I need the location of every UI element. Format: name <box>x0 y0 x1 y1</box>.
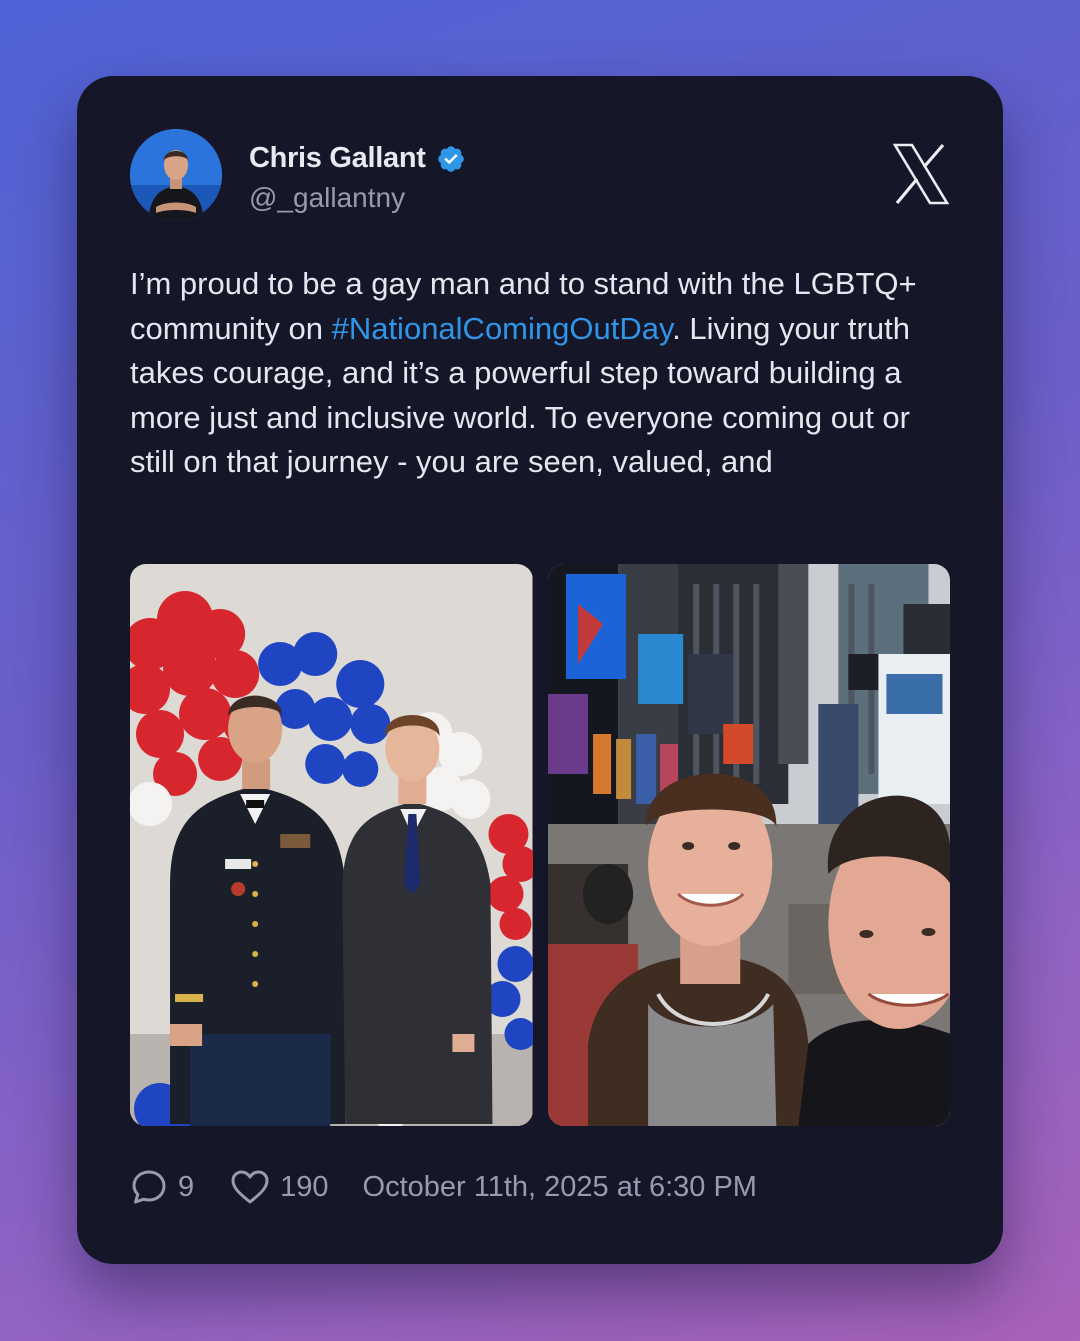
tweet-card: Chris Gallant @_gallantny I’m proud to b… <box>77 76 1003 1264</box>
author-handle[interactable]: @_gallantny <box>249 182 405 214</box>
like-button[interactable]: 190 <box>230 1168 329 1206</box>
reply-count: 9 <box>178 1170 195 1203</box>
comment-icon <box>132 1170 166 1204</box>
tweet-footer: 9 190 October 11th, 2025 at 6:30 PM <box>130 1168 757 1206</box>
like-count: 190 <box>280 1170 329 1203</box>
display-name[interactable]: Chris Gallant <box>249 142 426 175</box>
hashtag-link[interactable]: #NationalComingOutDay <box>332 311 673 346</box>
heart-icon <box>231 1170 269 1204</box>
x-logo-icon[interactable] <box>892 143 950 205</box>
author-name-row: Chris Gallant <box>249 142 466 175</box>
photo-times-square-selfie[interactable] <box>547 564 950 1126</box>
tweet-timestamp[interactable]: October 11th, 2025 at 6:30 PM <box>363 1171 757 1204</box>
photo-balloon-arch[interactable] <box>130 564 533 1126</box>
reply-button[interactable]: 9 <box>130 1168 194 1206</box>
tweet-text: I’m proud to be a gay man and to stand w… <box>130 262 950 485</box>
avatar[interactable] <box>130 129 222 221</box>
verified-badge-icon <box>437 145 464 172</box>
media-grid <box>130 564 950 1126</box>
